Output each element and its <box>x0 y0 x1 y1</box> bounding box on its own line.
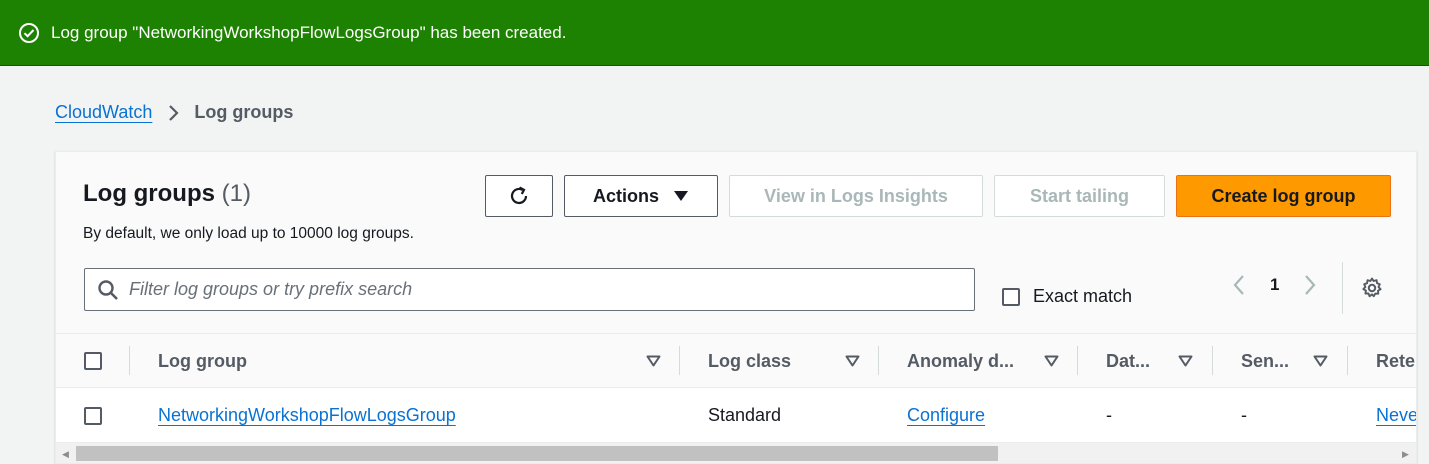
sort-caret-icon[interactable] <box>1044 355 1059 367</box>
scroll-left-arrow-icon[interactable]: ◀ <box>62 449 69 460</box>
column-divider <box>129 346 130 375</box>
table-row[interactable]: NetworkingWorkshopFlowLogsGroup Standard… <box>56 388 1416 443</box>
column-label: Anomaly d... <box>907 350 1015 371</box>
column-header-log-group[interactable]: Log group <box>158 334 663 388</box>
column-header-anomaly-detection[interactable]: Anomaly d... <box>907 334 1067 388</box>
create-log-group-button[interactable]: Create log group <box>1176 175 1391 217</box>
gear-icon[interactable] <box>1360 276 1384 300</box>
page-title: Log groups (1) <box>83 180 251 208</box>
create-label: Create log group <box>1211 185 1356 206</box>
log-class-cell: Standard <box>708 405 782 425</box>
start-tailing-button[interactable]: Start tailing <box>994 175 1165 217</box>
view-insights-label: View in Logs Insights <box>764 185 948 206</box>
scrollbar-thumb[interactable] <box>76 446 998 461</box>
breadcrumb-cloudwatch-link[interactable]: CloudWatch <box>55 102 152 123</box>
sort-caret-icon[interactable] <box>845 355 860 367</box>
search-box <box>84 268 975 311</box>
view-in-logs-insights-button[interactable]: View in Logs Insights <box>729 175 983 217</box>
horizontal-scrollbar[interactable]: ◀ ▶ <box>56 442 1416 463</box>
refresh-button[interactable] <box>485 175 553 217</box>
select-all-checkbox[interactable] <box>84 352 102 370</box>
column-divider <box>1077 346 1078 375</box>
anomaly-cell: Configure <box>907 388 985 443</box>
data-protection-cell: - <box>1106 405 1112 425</box>
column-divider <box>679 346 680 375</box>
retention-link[interactable]: Neve <box>1376 405 1416 426</box>
check-circle-icon <box>19 22 39 43</box>
breadcrumb: CloudWatch Log groups <box>55 102 293 123</box>
log-group-link[interactable]: NetworkingWorkshopFlowLogsGroup <box>158 405 456 426</box>
divider <box>1342 262 1343 314</box>
panel-description: By default, we only load up to 10000 log… <box>83 225 414 242</box>
log-groups-panel: Log groups (1) By default, we only load … <box>55 151 1417 464</box>
row-select-cell <box>84 388 102 443</box>
sensitive-data-cell: - <box>1241 405 1247 425</box>
select-all-cell <box>84 334 102 388</box>
flash-message: Log group "NetworkingWorkshopFlowLogsGro… <box>51 22 567 42</box>
search-input[interactable] <box>129 279 949 300</box>
column-header-sensitive-data[interactable]: Sen... <box>1241 334 1341 388</box>
chevron-left-icon[interactable] <box>1232 274 1246 296</box>
column-header-retention[interactable]: Rete <box>1376 334 1415 388</box>
sort-caret-icon[interactable] <box>1178 355 1193 367</box>
scroll-right-arrow-icon[interactable]: ▶ <box>1402 449 1409 460</box>
search-icon <box>98 279 118 300</box>
start-tailing-label: Start tailing <box>1029 185 1129 206</box>
panel-header: Log groups (1) By default, we only load … <box>56 152 1416 334</box>
sort-caret-icon[interactable] <box>646 355 661 367</box>
log-groups-table: Log group Log class Anomaly d... Dat... … <box>56 334 1416 443</box>
column-divider <box>878 346 879 375</box>
column-label: Sen... <box>1241 350 1290 371</box>
configure-link[interactable]: Configure <box>907 405 985 426</box>
column-header-log-class[interactable]: Log class <box>708 334 868 388</box>
column-label: Log group <box>158 350 247 371</box>
row-checkbox[interactable] <box>84 406 102 425</box>
column-label: Rete <box>1376 350 1416 371</box>
column-header-data-protection[interactable]: Dat... <box>1106 334 1206 388</box>
retention-cell: Neve <box>1376 388 1416 443</box>
title-text: Log groups <box>83 180 215 207</box>
title-count: (1) <box>221 180 251 207</box>
column-label: Log class <box>708 350 792 371</box>
sort-caret-icon[interactable] <box>1313 355 1328 367</box>
column-label: Dat... <box>1106 350 1151 371</box>
actions-label: Actions <box>592 185 659 206</box>
exact-match-checkbox[interactable] <box>1002 287 1020 306</box>
chevron-right-icon <box>168 104 180 122</box>
exact-match-option[interactable]: Exact match <box>1002 286 1132 307</box>
column-divider <box>1347 346 1348 375</box>
breadcrumb-current: Log groups <box>194 102 294 122</box>
exact-match-label: Exact match <box>1033 286 1133 306</box>
caret-down-icon <box>673 190 689 202</box>
table-header: Log group Log class Anomaly d... Dat... … <box>56 334 1416 388</box>
success-flash-banner: Log group "NetworkingWorkshopFlowLogsGro… <box>0 0 1429 66</box>
chevron-right-icon[interactable] <box>1303 274 1317 296</box>
refresh-icon <box>510 186 528 205</box>
current-page[interactable]: 1 <box>1270 275 1279 295</box>
column-divider <box>1212 346 1213 375</box>
pagination: 1 <box>1232 274 1317 296</box>
log-group-cell: NetworkingWorkshopFlowLogsGroup <box>158 388 456 443</box>
actions-button[interactable]: Actions <box>564 175 718 217</box>
